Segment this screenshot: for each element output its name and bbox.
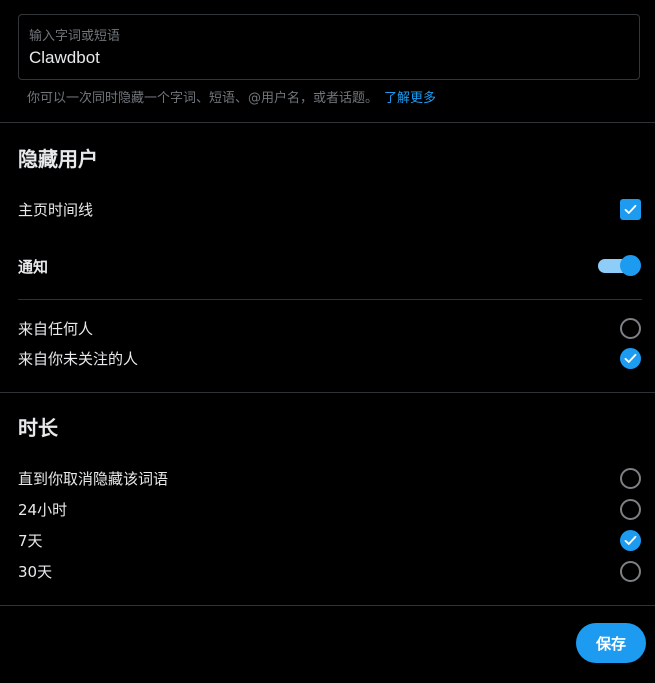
helper-text: 你可以一次同时隐藏一个字词、短语、@用户名，或者话题。 xyxy=(27,91,379,106)
divider xyxy=(18,299,642,300)
input-label: 输入字词或短语 xyxy=(29,29,121,44)
duration-radio-forever[interactable] xyxy=(620,468,641,489)
divider xyxy=(0,122,655,123)
save-button[interactable]: 保存 xyxy=(576,623,646,663)
duration-option-label: 24小时 xyxy=(18,501,68,519)
checkmark-icon xyxy=(624,353,637,363)
notifications-toggle[interactable] xyxy=(598,255,642,277)
helper-text-row: 你可以一次同时隐藏一个字词、短语、@用户名，或者话题。 了解更多 xyxy=(27,87,436,106)
duration-radio-24h[interactable] xyxy=(620,499,641,520)
notifications-label: 通知 xyxy=(18,258,49,276)
checkmark-icon xyxy=(624,204,637,214)
mute-word-settings-panel: 输入字词或短语 你可以一次同时隐藏一个字词、短语、@用户名，或者话题。了解更多 … xyxy=(0,0,655,683)
mute-word-input-container[interactable]: 输入字词或短语 xyxy=(18,14,640,80)
toggle-knob xyxy=(620,255,641,276)
section-title-hide-users: 隐藏用户 xyxy=(18,147,98,171)
audience-option-label: 来自任何人 xyxy=(18,320,94,338)
audience-radio-anyone[interactable] xyxy=(620,318,641,339)
home-timeline-label: 主页时间线 xyxy=(18,201,94,219)
divider xyxy=(0,605,655,606)
duration-option-label: 7天 xyxy=(18,532,43,550)
home-timeline-checkbox[interactable] xyxy=(620,199,641,220)
learn-more-link[interactable]: 了解更多 xyxy=(384,91,436,106)
duration-radio-7d[interactable] xyxy=(620,530,641,551)
checkmark-icon xyxy=(624,535,637,545)
audience-option-label: 来自你未关注的人 xyxy=(18,350,139,368)
section-title-duration: 时长 xyxy=(18,416,58,440)
mute-word-input[interactable] xyxy=(29,48,619,68)
divider xyxy=(0,392,655,393)
duration-radio-30d[interactable] xyxy=(620,561,641,582)
duration-option-label: 直到你取消隐藏该词语 xyxy=(18,470,169,488)
audience-radio-not-following[interactable] xyxy=(620,348,641,369)
duration-option-label: 30天 xyxy=(18,563,53,581)
